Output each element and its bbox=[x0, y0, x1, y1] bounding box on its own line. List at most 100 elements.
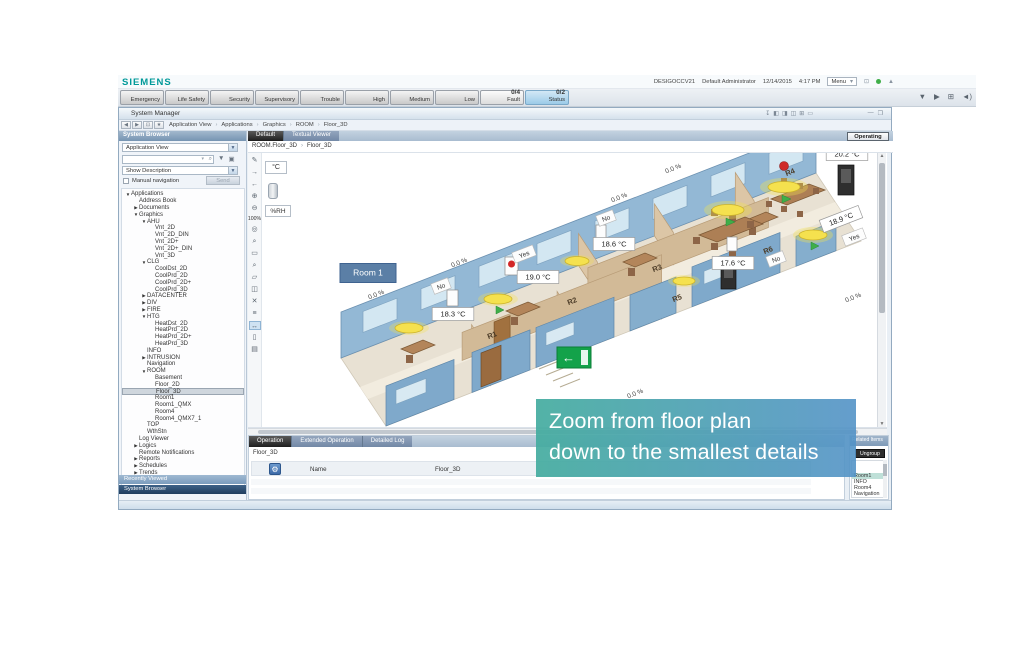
tree-item-graphics[interactable]: ▼Graphics bbox=[122, 211, 244, 218]
zoom-out-icon[interactable]: ⊖ bbox=[249, 204, 261, 213]
magnifier-icon[interactable]: ⌕ bbox=[249, 237, 261, 246]
tree-item-datacenter[interactable]: ▶DATACENTER bbox=[122, 293, 244, 300]
tree-item-heatprd-2d-[interactable]: HeatPrd_2D+ bbox=[122, 334, 244, 341]
save-icon[interactable]: ▣ bbox=[228, 155, 234, 163]
close-icon[interactable]: ✕ bbox=[249, 297, 261, 306]
view-dropdown[interactable]: Application View▼ bbox=[122, 143, 238, 152]
description-dropdown[interactable]: Show Description▼ bbox=[122, 166, 238, 175]
scroll-up-icon[interactable]: ▲ bbox=[878, 153, 886, 159]
tree-item-vnt-2d[interactable]: Vnt_2D bbox=[122, 225, 244, 232]
floor-plan-3d[interactable]: ← Room 118.3 °C19.0 °C18.6 °C17.6 °C20.2… bbox=[301, 153, 875, 428]
tree-item-remote-notifications[interactable]: Remote Notifications bbox=[122, 449, 244, 456]
tab-detailed-log[interactable]: Detailed Log bbox=[362, 436, 413, 447]
tab-default[interactable]: Default bbox=[248, 131, 283, 141]
send-button[interactable]: Send bbox=[206, 176, 240, 185]
recently-viewed-bar[interactable]: Recently Viewed bbox=[119, 475, 246, 484]
tree-item-vnt-2d-[interactable]: Vnt_2D+ bbox=[122, 239, 244, 246]
operating-button[interactable]: Operating bbox=[847, 132, 889, 141]
panes-icon[interactable]: ⊞ bbox=[948, 92, 954, 101]
tree-item-cooldst-2d[interactable]: CoolDst_2D bbox=[122, 266, 244, 273]
restore-icon[interactable]: ❐ bbox=[878, 110, 883, 117]
related-scrollbar[interactable] bbox=[883, 460, 887, 498]
tree-item-heatprd-2d[interactable]: HeatPrd_2D bbox=[122, 327, 244, 334]
tab-extended-operation[interactable]: Extended Operation bbox=[291, 436, 361, 447]
pan-icon[interactable]: ↔ bbox=[249, 321, 261, 330]
tree-item-basement[interactable]: Basement bbox=[122, 375, 244, 382]
alarm-button-low[interactable]: Low bbox=[435, 90, 479, 105]
tree-item-vnt-3d[interactable]: Vnt_3D bbox=[122, 252, 244, 259]
tree-item-room1[interactable]: Room1 bbox=[122, 395, 244, 402]
tree-item-log-viewer[interactable]: Log Viewer bbox=[122, 436, 244, 443]
layout2-icon[interactable]: ◨ bbox=[782, 110, 788, 117]
graphics-canvas[interactable]: ✎→←⊕⊖100%◎⌕▭⌕▱◫✕≡↔▯▤ °C %RH bbox=[248, 153, 887, 428]
vertical-scrollbar[interactable]: ▲ ▼ bbox=[877, 153, 886, 427]
search-input[interactable]: ⌕▾ bbox=[122, 155, 214, 164]
tree-item-room[interactable]: ▼ROOM bbox=[122, 368, 244, 375]
tree-item-documents[interactable]: ▶Documents bbox=[122, 205, 244, 212]
alarm-button-trouble[interactable]: Trouble bbox=[300, 90, 344, 105]
menu-dropdown[interactable]: Menu▾ bbox=[827, 77, 857, 86]
alarm-button-security[interactable]: Security bbox=[210, 90, 254, 105]
tree-item-floor-2d[interactable]: Floor_2D bbox=[122, 381, 244, 388]
viewport-icon[interactable]: ▭ bbox=[249, 249, 261, 258]
tree-item-coolprd-2d[interactable]: CoolPrd_2D bbox=[122, 273, 244, 280]
tree-item-coolprd-3d[interactable]: CoolPrd_3D bbox=[122, 286, 244, 293]
magnifier-icon[interactable]: ⌕ bbox=[249, 261, 261, 270]
ungroup-button[interactable]: Ungroup bbox=[855, 449, 885, 458]
zoom-in-icon[interactable]: ⊕ bbox=[249, 192, 261, 201]
alarm-button-emergency[interactable]: Emergency bbox=[120, 90, 164, 105]
tree-item-heatdst-2d[interactable]: HeatDst_2D bbox=[122, 320, 244, 327]
tree-item-vnt-2d-din[interactable]: Vnt_2D_DIN bbox=[122, 232, 244, 239]
tree-item-info[interactable]: INFO bbox=[122, 347, 244, 354]
alarm-button-status[interactable]: 0/2Status bbox=[525, 90, 569, 105]
alarm-button-fault[interactable]: 0/4Fault bbox=[480, 90, 524, 105]
layers-icon[interactable]: ◫ bbox=[249, 285, 261, 294]
page-icon[interactable]: ▯ bbox=[249, 333, 261, 342]
frame-icon[interactable]: ▱ bbox=[249, 273, 261, 282]
target-icon[interactable]: ◎ bbox=[249, 225, 261, 234]
alarm-button-supervisory[interactable]: Supervisory bbox=[255, 90, 299, 105]
arrow-left-icon[interactable]: ← bbox=[249, 180, 261, 189]
tab-operation[interactable]: Operation bbox=[249, 436, 291, 447]
arrow-right-icon[interactable]: → bbox=[249, 168, 261, 177]
minimize-icon[interactable]: — bbox=[868, 110, 874, 117]
tree-item-vnt-2d-din[interactable]: Vnt_2D+_DIN bbox=[122, 245, 244, 252]
tree-item-applications[interactable]: ▼Applications bbox=[122, 191, 244, 198]
filter-icon[interactable]: ▼ bbox=[919, 92, 926, 101]
scrollbar-thumb[interactable] bbox=[883, 464, 887, 476]
back-icon[interactable]: ◀ bbox=[121, 121, 131, 129]
system-browser-bar[interactable]: System Browser bbox=[119, 485, 246, 494]
collapse-icon[interactable]: ▲ bbox=[888, 79, 894, 85]
scrollbar-thumb[interactable] bbox=[879, 163, 885, 313]
layout1-icon[interactable]: ◧ bbox=[773, 110, 779, 117]
window-icon[interactable]: ⊡ bbox=[864, 78, 869, 85]
manual-navigation-checkbox[interactable]: Manual navigation bbox=[123, 178, 179, 184]
favorites-icon[interactable]: ★ bbox=[154, 121, 164, 129]
tree-item-navigation[interactable]: Navigation bbox=[122, 361, 244, 368]
funnel-icon[interactable]: ▼ bbox=[218, 155, 224, 163]
breadcrumb-item-room[interactable]: ROOM bbox=[296, 122, 314, 128]
layout4-icon[interactable]: ⊞ bbox=[799, 110, 804, 117]
alarm-button-life-safety[interactable]: Life Safety bbox=[165, 90, 209, 105]
tree-item-room4[interactable]: Room4 bbox=[122, 409, 244, 416]
tree-item-logics[interactable]: ▶Logics bbox=[122, 442, 244, 449]
tree-item-room4-qmx7-1[interactable]: Room4_QMX7_1 bbox=[122, 415, 244, 422]
layout3-icon[interactable]: ◫ bbox=[791, 110, 797, 117]
layout5-icon[interactable]: ▭ bbox=[807, 110, 813, 117]
alarm-button-medium[interactable]: Medium bbox=[390, 90, 434, 105]
tree-item-wthstn[interactable]: WthStn bbox=[122, 429, 244, 436]
pen-icon[interactable]: ✎ bbox=[249, 156, 261, 165]
playback-icon[interactable]: ▶ bbox=[934, 92, 940, 101]
cylinder-palette-item[interactable] bbox=[268, 183, 278, 199]
related-item-navigation[interactable]: Navigation bbox=[852, 491, 884, 497]
tree-item-coolprd-2d-[interactable]: CoolPrd_2D+ bbox=[122, 279, 244, 286]
tree-item-intrusion[interactable]: ▶INTRUSION bbox=[122, 354, 244, 361]
breadcrumb-item-graphics[interactable]: Graphics bbox=[263, 122, 286, 128]
scroll-down-icon[interactable]: ▼ bbox=[878, 421, 886, 427]
tree-item-clg[interactable]: ▼CLG bbox=[122, 259, 244, 266]
tab-textual-viewer[interactable]: Textual Viewer bbox=[283, 131, 339, 141]
pin-icon[interactable]: ↧ bbox=[765, 110, 770, 117]
print-icon[interactable]: ▤ bbox=[249, 345, 261, 354]
temperature-palette-item[interactable]: °C bbox=[265, 161, 287, 174]
breadcrumb-item-application-view[interactable]: Application View bbox=[169, 122, 211, 128]
